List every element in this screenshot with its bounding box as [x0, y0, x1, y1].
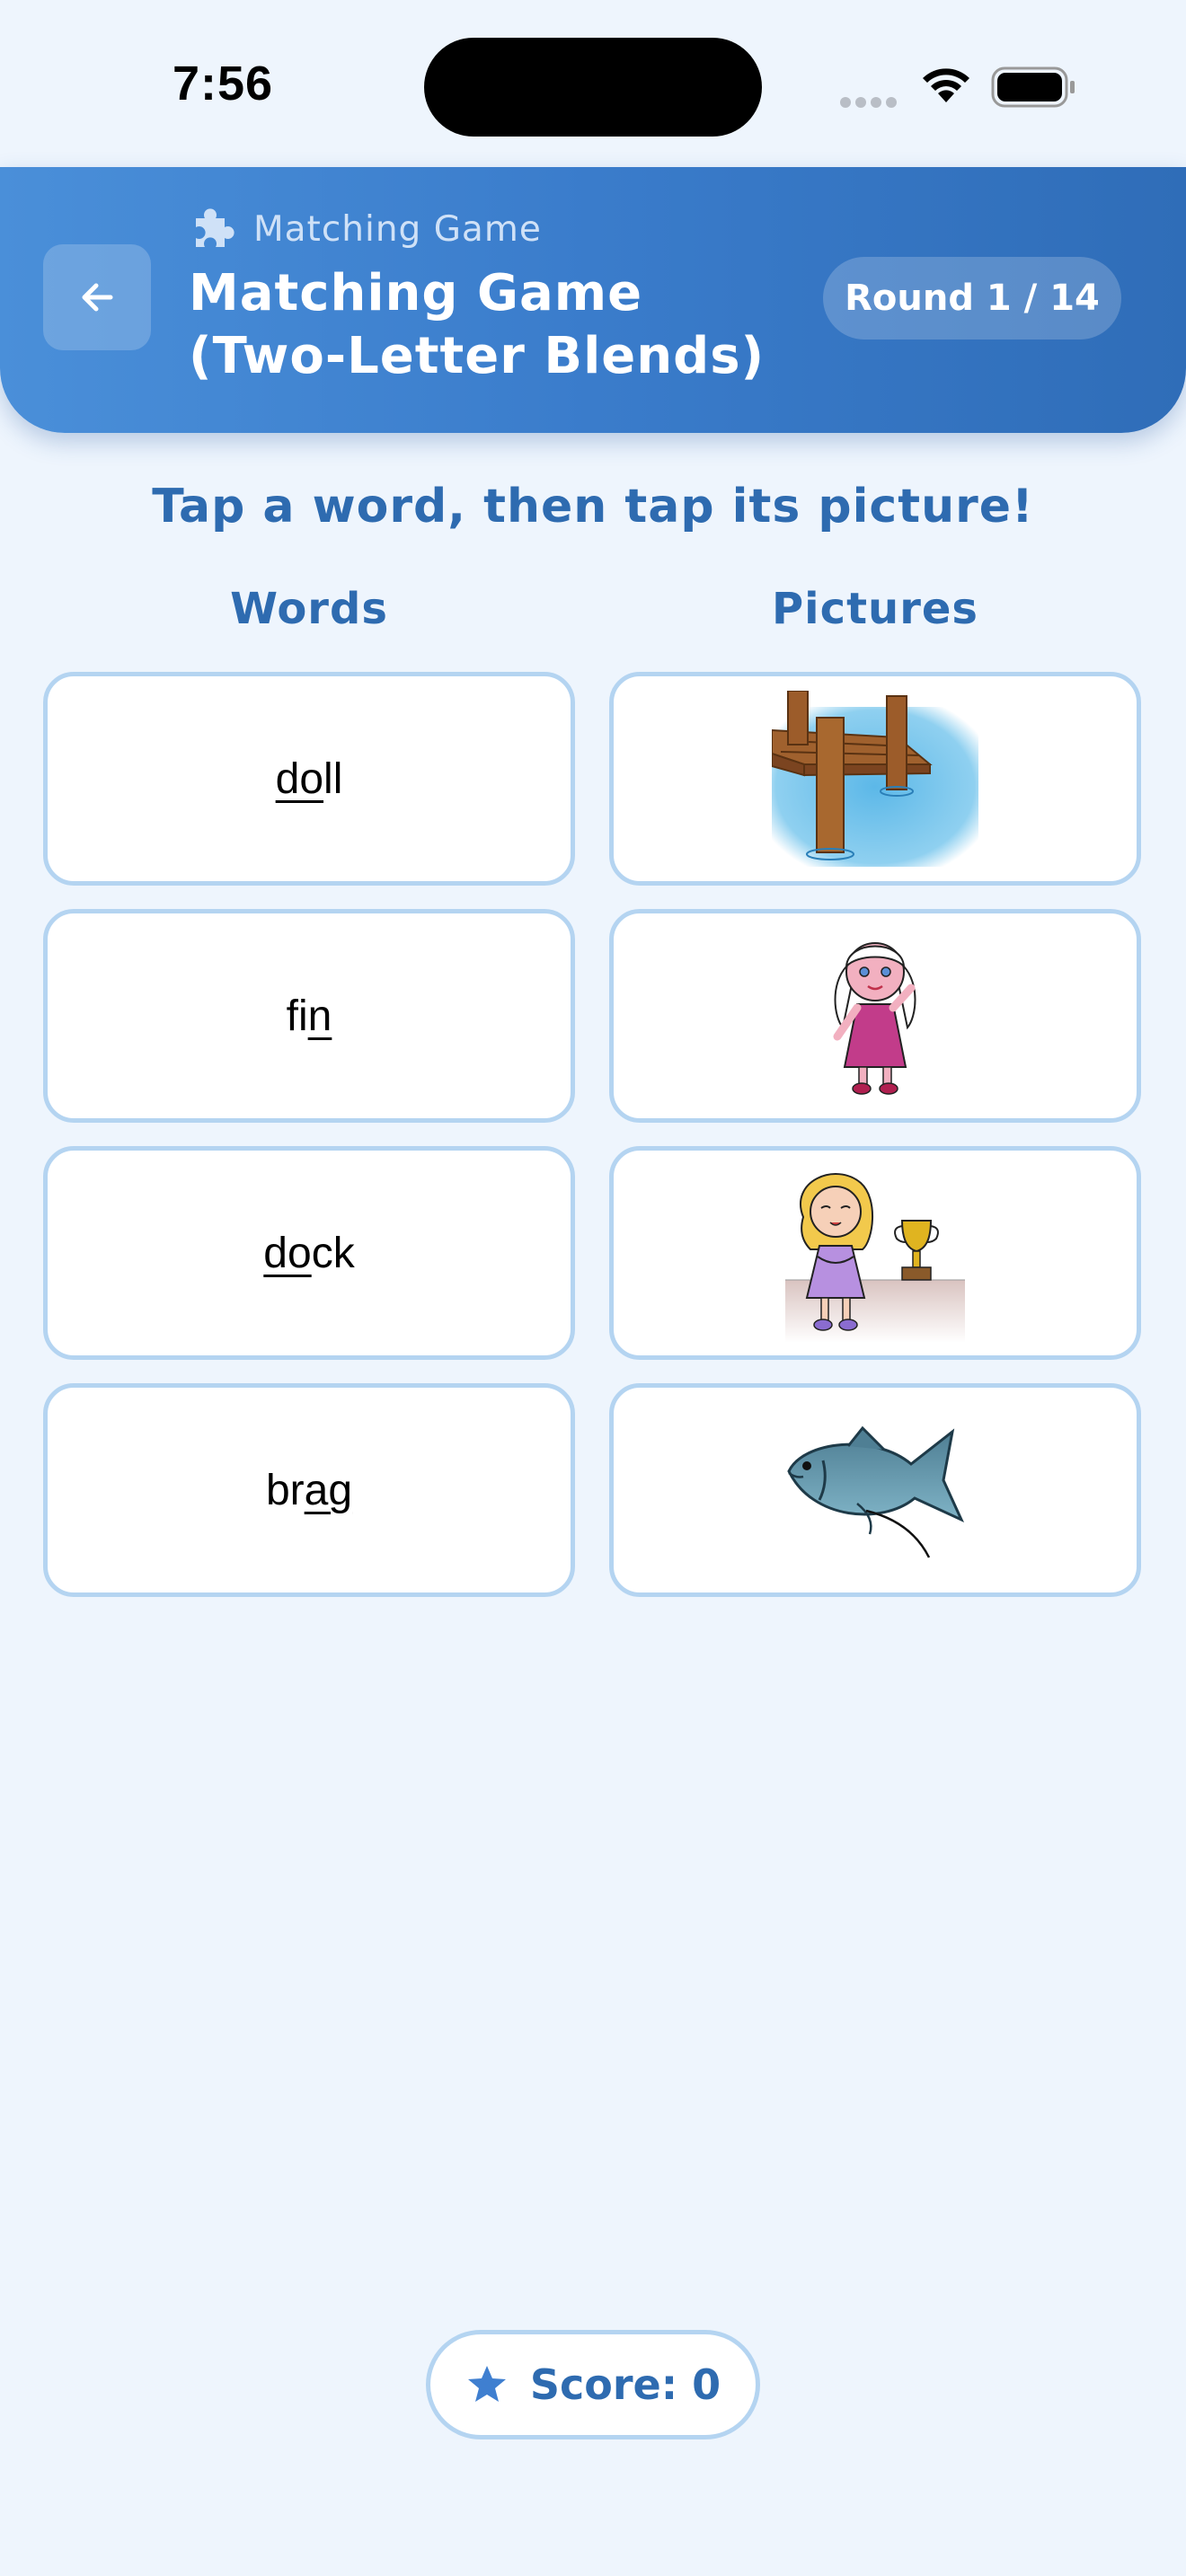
battery-icon	[991, 66, 1075, 108]
page-title: Matching Game (Two-Letter Blends)	[189, 264, 766, 385]
back-button[interactable]	[43, 244, 151, 350]
picture-card-doll[interactable]	[609, 909, 1141, 1123]
word-label: brag	[265, 1466, 353, 1514]
word-label: doll	[275, 754, 343, 803]
word-card-dock[interactable]: dock	[43, 1146, 575, 1360]
instruction-text: Tap a word, then tap its picture!	[152, 480, 1034, 534]
picture-card-dock[interactable]	[609, 672, 1141, 886]
word-card-doll[interactable]: doll	[43, 672, 575, 886]
arrow-left-icon	[82, 283, 113, 312]
word-label: fin	[286, 992, 332, 1040]
status-icons	[840, 63, 1083, 110]
header-subtitle: Matching Game	[189, 207, 542, 251]
app-header: Matching Game Matching Game (Two-Letter …	[0, 167, 1186, 433]
wifi-icon	[923, 68, 969, 102]
score-badge: Score: 0	[426, 2330, 760, 2439]
star-icon	[467, 2366, 506, 2402]
dock-picture	[772, 691, 978, 867]
cellular-signal-icon	[840, 94, 901, 111]
words-column-header: Words	[230, 584, 388, 634]
status-time: 7:56	[173, 57, 274, 110]
picture-card-girl-trophy[interactable]	[609, 1146, 1141, 1360]
word-card-brag[interactable]: brag	[43, 1383, 575, 1597]
status-bar: 7:56	[0, 0, 1186, 171]
girl-with-trophy-picture	[785, 1173, 965, 1343]
header-subtitle-label: Matching Game	[253, 208, 542, 250]
round-badge: Round 1 / 14	[823, 257, 1121, 340]
doll-picture	[833, 942, 916, 1095]
word-label: dock	[263, 1229, 355, 1277]
dynamic-island	[424, 38, 762, 137]
fish-picture	[787, 1425, 965, 1558]
word-card-fin[interactable]: fin	[43, 909, 575, 1123]
puzzle-icon	[196, 208, 235, 247]
score-label: Score: 0	[529, 2360, 721, 2409]
pictures-column-header: Pictures	[772, 584, 978, 634]
picture-card-fish[interactable]	[609, 1383, 1141, 1597]
